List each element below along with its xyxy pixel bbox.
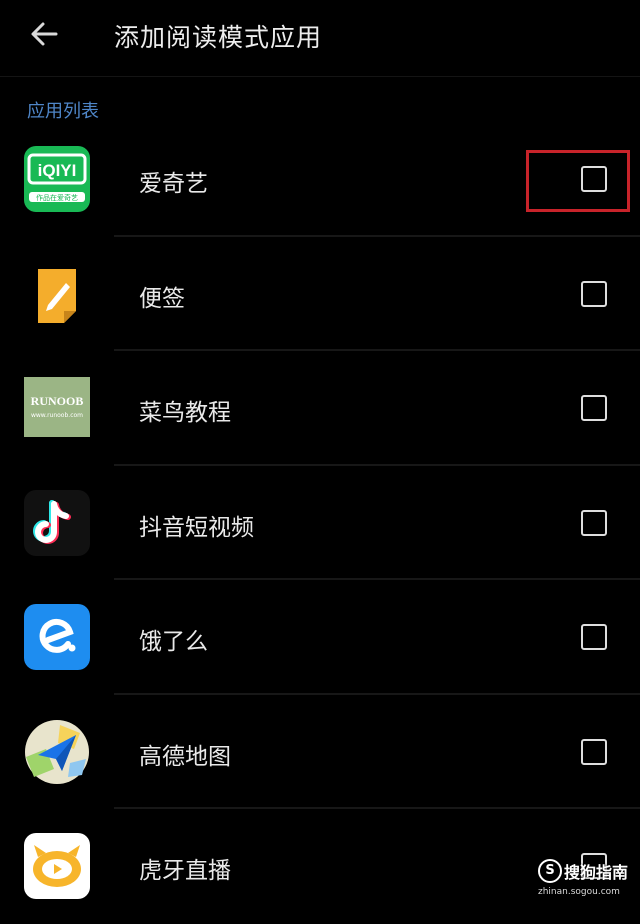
iqiyi-icon: iQIYI 作品在爱奇艺 — [24, 146, 90, 212]
huya-icon — [24, 833, 90, 899]
app-name: 爱奇艺 — [139, 171, 208, 197]
amap-icon — [24, 719, 90, 785]
app-name: 高德地图 — [139, 743, 231, 770]
app-name: 菜鸟教程 — [139, 400, 231, 426]
list-item[interactable]: 高德地图 — [0, 695, 640, 809]
runoob-icon: RUNOOB www.runoob.com — [24, 375, 90, 441]
arrow-left-icon — [31, 22, 58, 46]
iqiyi-logo-text: iQIYI — [38, 161, 77, 180]
watermark-text: 搜狗指南 — [564, 863, 629, 882]
tiktok-icon — [24, 489, 90, 556]
section-label: 应用列表 — [27, 101, 99, 122]
notes-icon — [24, 261, 90, 327]
eleme-icon — [24, 604, 90, 670]
page-title: 添加阅读模式应用 — [114, 23, 323, 52]
app-name: 饿了么 — [139, 629, 208, 655]
app-bar: 添加阅读模式应用 — [0, 0, 640, 77]
app-name: 便签 — [139, 285, 185, 312]
sogou-logo-icon: S — [538, 859, 562, 883]
list-item[interactable]: 抖音短视频 — [0, 466, 640, 580]
runoob-logo-url: www.runoob.com — [31, 412, 83, 419]
list-item[interactable]: 便签 — [0, 237, 640, 351]
runoob-logo-text: RUNOOB — [31, 394, 84, 408]
iqiyi-logo-subtext: 作品在爱奇艺 — [36, 193, 78, 202]
app-checkbox[interactable] — [581, 509, 607, 536]
app-checkbox[interactable] — [581, 738, 607, 765]
list-item[interactable]: RUNOOB www.runoob.com 菜鸟教程 — [0, 351, 640, 466]
app-checkbox[interactable] — [581, 395, 607, 421]
list-item[interactable]: 饿了么 — [0, 580, 640, 695]
watermark: S 搜狗指南 zhinan.sogou.com — [538, 857, 636, 907]
watermark-url: zhinan.sogou.com — [538, 887, 620, 897]
highlight-box — [526, 150, 630, 212]
app-checkbox[interactable] — [581, 624, 607, 650]
app-checkbox[interactable] — [581, 280, 607, 307]
app-name: 虎牙直播 — [139, 858, 231, 884]
app-list: iQIYI 作品在爱奇艺 爱奇艺 便签 RUNOOB www.runoob.co… — [0, 122, 640, 924]
app-name: 抖音短视频 — [139, 514, 254, 541]
back-button[interactable] — [26, 14, 66, 54]
